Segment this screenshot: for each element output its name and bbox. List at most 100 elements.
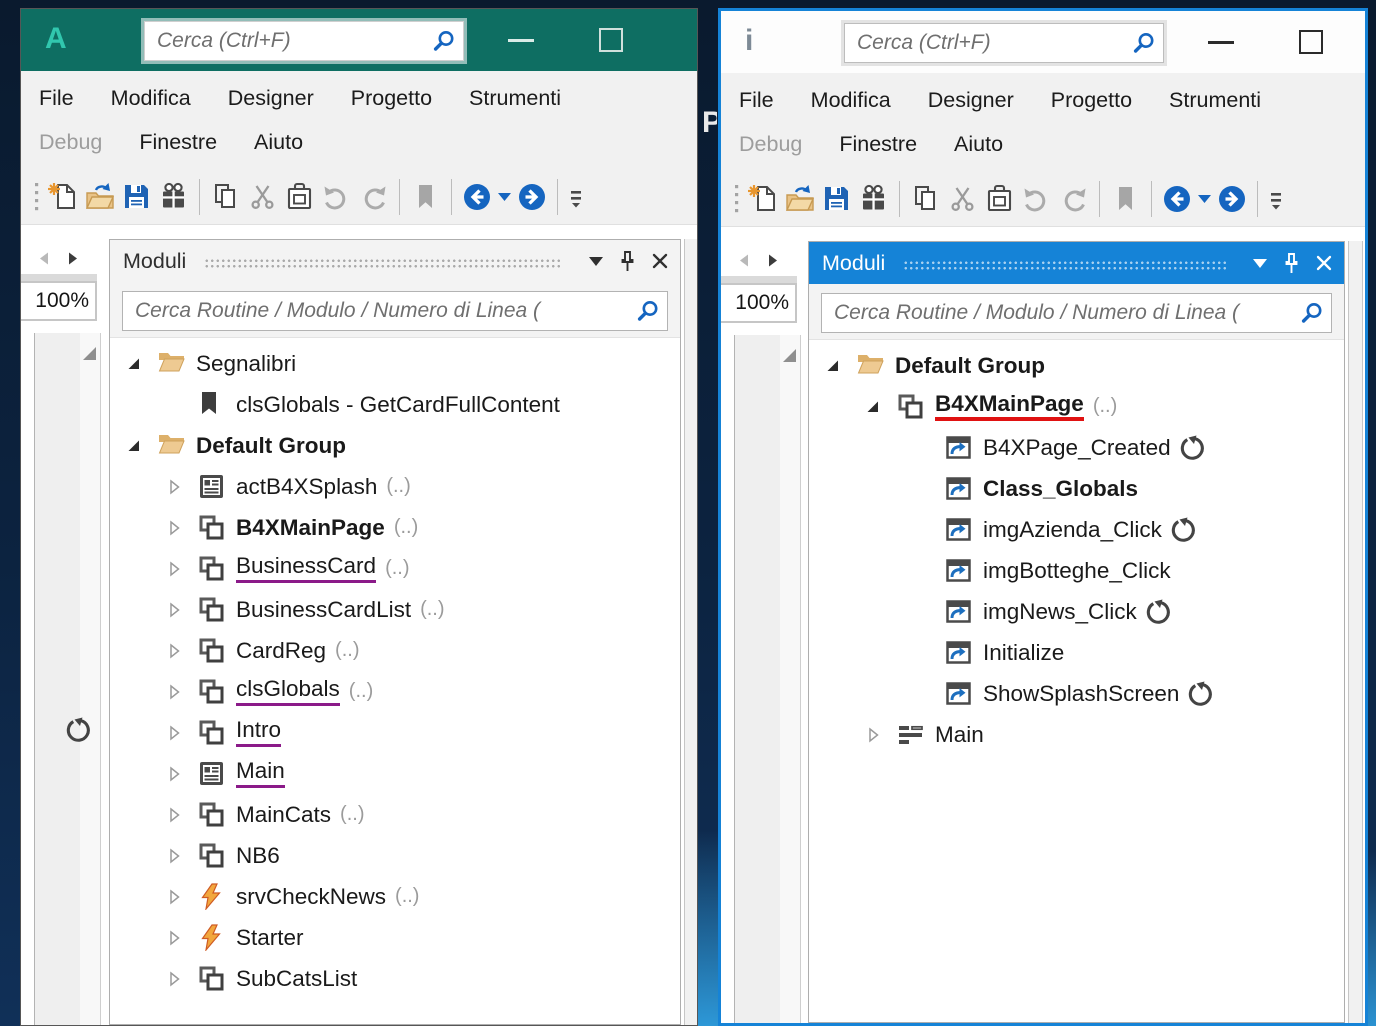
pin-icon[interactable]: [619, 250, 636, 273]
undo-button[interactable]: [1021, 183, 1052, 214]
title-search-box[interactable]: [144, 21, 464, 61]
splitter-grip[interactable]: [783, 349, 796, 362]
tree-row[interactable]: Main: [110, 753, 680, 794]
expanded-arrow-icon[interactable]: [826, 358, 857, 373]
collapsed-arrow-icon[interactable]: [167, 806, 198, 823]
chevron-down-icon[interactable]: [1253, 258, 1267, 268]
tree-row[interactable]: ShowSplashScreen: [809, 673, 1344, 714]
back-history-dropdown-button[interactable]: [1198, 194, 1211, 203]
back-button[interactable]: [462, 182, 492, 212]
menu-item-file[interactable]: File: [739, 88, 774, 113]
menu-item-file[interactable]: File: [39, 86, 74, 111]
collapsed-arrow-icon[interactable]: [167, 601, 198, 618]
toolbar-options-button[interactable]: [1268, 186, 1284, 212]
tree-row[interactable]: Default Group: [809, 345, 1344, 386]
module-search-input[interactable]: [822, 301, 1300, 325]
undo-button[interactable]: [321, 181, 352, 212]
save-button[interactable]: [121, 181, 152, 212]
menu-item-modifica[interactable]: Modifica: [111, 86, 191, 111]
tree-row[interactable]: BusinessCard (..): [110, 548, 680, 589]
minimize-button[interactable]: [493, 9, 549, 71]
bookmark-button[interactable]: [410, 181, 441, 212]
menu-item-debug[interactable]: Debug: [39, 130, 102, 155]
menu-item-modifica[interactable]: Modifica: [811, 88, 891, 113]
collapsed-arrow-icon[interactable]: [167, 478, 198, 495]
menu-item-aiuto[interactable]: Aiuto: [254, 130, 303, 155]
find-button[interactable]: [858, 183, 889, 214]
tree-row[interactable]: B4XMainPage (..): [110, 507, 680, 548]
collapsed-arrow-icon[interactable]: [167, 888, 198, 905]
menu-item-debug[interactable]: Debug: [739, 132, 802, 157]
find-button[interactable]: [158, 181, 189, 212]
close-icon[interactable]: [1316, 255, 1332, 271]
expanded-arrow-icon[interactable]: [127, 438, 158, 453]
collapsed-arrow-icon[interactable]: [866, 726, 897, 743]
tree-row[interactable]: B4XMainPage (..): [809, 386, 1344, 427]
open-project-button[interactable]: [784, 183, 815, 214]
tab-scroll-right-icon[interactable]: [767, 253, 780, 268]
tree-row[interactable]: srvCheckNews (..): [110, 876, 680, 917]
panel-header[interactable]: Moduli: [809, 242, 1344, 284]
bookmark-button[interactable]: [1110, 183, 1141, 214]
chevron-down-icon[interactable]: [589, 256, 603, 266]
pin-icon[interactable]: [1283, 252, 1300, 275]
search-icon[interactable]: [1300, 301, 1331, 325]
module-search-input[interactable]: [123, 299, 636, 323]
menu-item-progetto[interactable]: Progetto: [1051, 88, 1132, 113]
toolbar-drag-handle[interactable]: [33, 181, 41, 213]
tree-row[interactable]: BusinessCardList (..): [110, 589, 680, 630]
editor-scrollbar-band[interactable]: [780, 335, 801, 1023]
collapsed-arrow-icon[interactable]: [167, 642, 198, 659]
save-button[interactable]: [821, 183, 852, 214]
panel-drag-grip[interactable]: [204, 258, 563, 269]
menu-item-progetto[interactable]: Progetto: [351, 86, 432, 111]
tree-row[interactable]: clsGlobals - GetCardFullContent: [110, 384, 680, 425]
tree-row[interactable]: Starter: [110, 917, 680, 958]
tree-row[interactable]: B4XPage_Created: [809, 427, 1344, 468]
collapsed-arrow-icon[interactable]: [167, 724, 198, 741]
close-icon[interactable]: [652, 253, 668, 269]
collapsed-arrow-icon[interactable]: [167, 970, 198, 987]
title-search-input[interactable]: [845, 31, 1132, 55]
title-search-input[interactable]: [145, 29, 432, 53]
panel-header[interactable]: Moduli: [110, 240, 680, 282]
tree-row[interactable]: imgBotteghe_Click: [809, 550, 1344, 591]
collapsed-arrow-icon[interactable]: [167, 847, 198, 864]
redo-button[interactable]: [358, 181, 389, 212]
splitter-grip[interactable]: [83, 347, 96, 360]
collapsed-arrow-icon[interactable]: [167, 683, 198, 700]
collapsed-arrow-icon[interactable]: [167, 560, 198, 577]
toolbar-drag-handle[interactable]: [733, 183, 741, 215]
menu-item-aiuto[interactable]: Aiuto: [954, 132, 1003, 157]
tab-scroll-right-icon[interactable]: [67, 251, 80, 266]
module-search-box[interactable]: [122, 291, 668, 331]
copy-button[interactable]: [910, 183, 941, 214]
tree-row[interactable]: Default Group: [110, 425, 680, 466]
panel-drag-grip[interactable]: [903, 260, 1227, 271]
back-button[interactable]: [1162, 184, 1192, 214]
minimize-button[interactable]: [1193, 11, 1249, 73]
open-project-button[interactable]: [84, 181, 115, 212]
search-icon[interactable]: [1132, 31, 1163, 55]
menu-item-strumenti[interactable]: Strumenti: [1169, 88, 1261, 113]
search-icon[interactable]: [432, 29, 463, 53]
copy-button[interactable]: [210, 181, 241, 212]
titlebar[interactable]: A: [21, 9, 697, 71]
title-search-box[interactable]: [844, 23, 1164, 63]
expanded-arrow-icon[interactable]: [127, 356, 158, 371]
titlebar[interactable]: i: [721, 11, 1365, 73]
tree-row[interactable]: actB4XSplash (..): [110, 466, 680, 507]
panel-scrollbar[interactable]: [684, 239, 697, 1025]
expanded-arrow-icon[interactable]: [866, 399, 897, 414]
menu-item-finestre[interactable]: Finestre: [139, 130, 217, 155]
tree-row[interactable]: imgAzienda_Click: [809, 509, 1344, 550]
panel-scrollbar[interactable]: [1348, 241, 1363, 1023]
tree-row[interactable]: Class_Globals: [809, 468, 1344, 509]
redo-button[interactable]: [1058, 183, 1089, 214]
menu-item-strumenti[interactable]: Strumenti: [469, 86, 561, 111]
forward-button[interactable]: [1217, 184, 1247, 214]
maximize-button[interactable]: [1283, 11, 1339, 73]
tree-row[interactable]: NB6: [110, 835, 680, 876]
collapsed-arrow-icon[interactable]: [167, 519, 198, 536]
maximize-button[interactable]: [583, 9, 639, 71]
